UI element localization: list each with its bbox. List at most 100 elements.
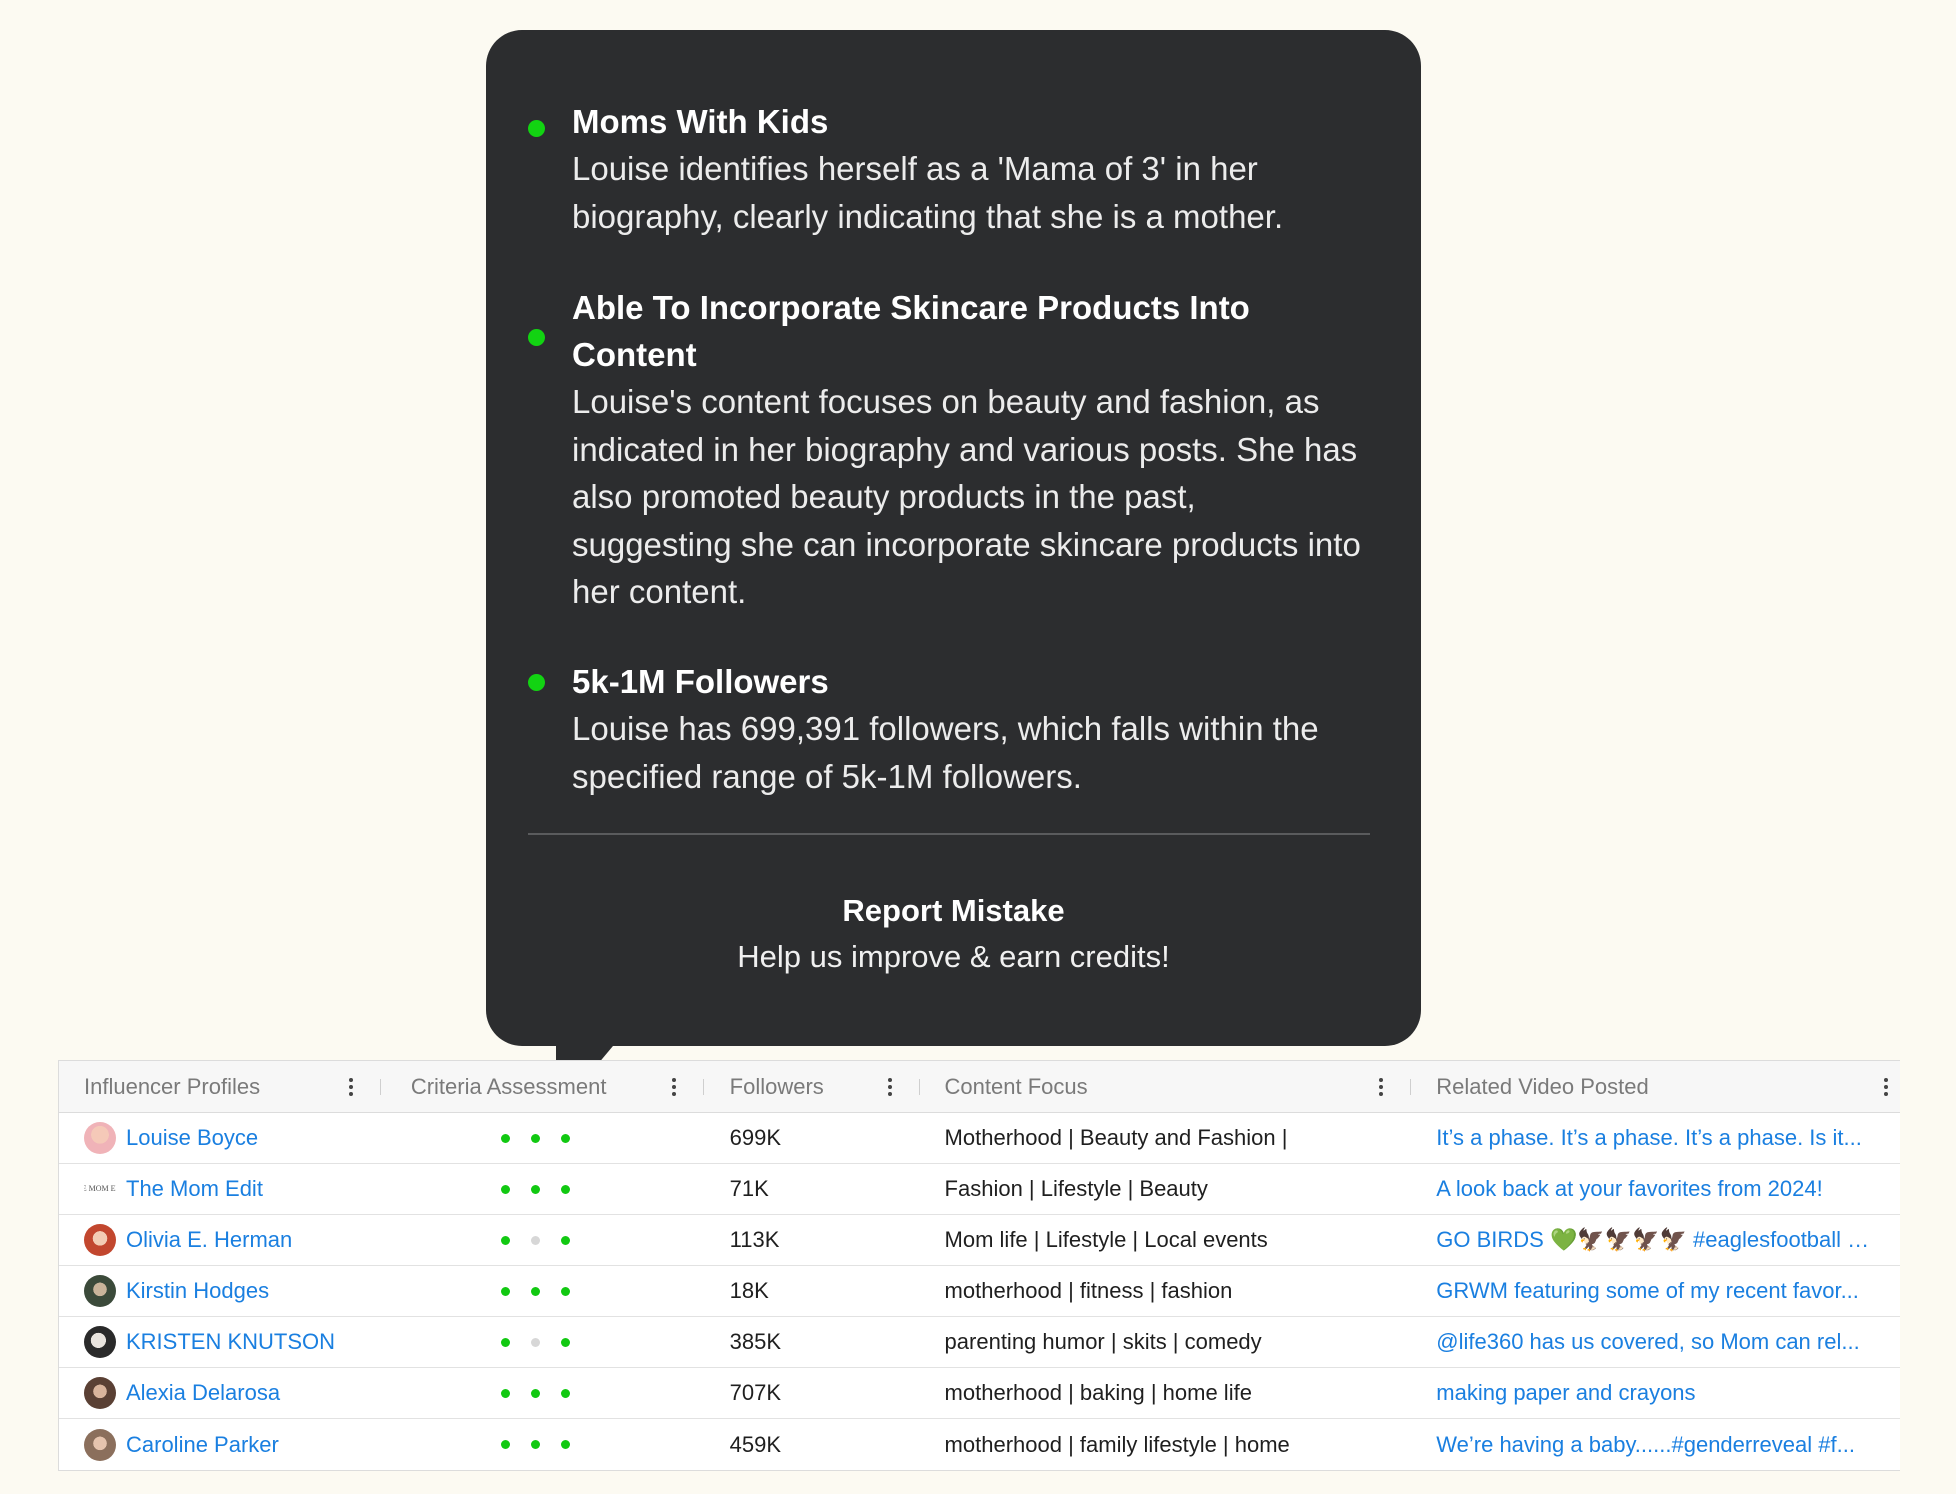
criterion-moms-with-kids: Moms With Kids Louise identifies herself… [528,98,1372,240]
criterion-fail-dot[interactable] [530,1337,540,1347]
content-focus-cell: motherhood | fitness | fashion [944,1278,1233,1303]
criterion-pass-dot[interactable] [560,1388,570,1398]
criterion-pass-dot[interactable] [530,1286,540,1296]
criterion-pass-dot[interactable] [530,1388,540,1398]
profile-link[interactable]: Olivia E. Herman [126,1227,292,1253]
table-row[interactable]: Caroline Parker 459K motherhood | family… [59,1419,1900,1470]
table-row[interactable]: Alexia Delarosa 707K motherhood | baking… [59,1368,1900,1419]
criterion-pass-dot[interactable] [530,1440,540,1449]
criterion-pass-dot[interactable] [560,1133,570,1143]
column-menu-icon[interactable] [348,1077,353,1096]
content-focus-cell: Mom life | Lifestyle | Local events [944,1227,1268,1252]
criterion-pass-dot[interactable] [560,1235,570,1245]
profile-cell: THE MOM EDIT The Mom Edit [59,1164,381,1214]
avatar[interactable] [84,1122,116,1154]
content-focus-cell: Fashion | Lifestyle | Beauty [944,1176,1208,1201]
criterion-fail-dot[interactable] [530,1235,540,1245]
profile-link[interactable]: Alexia Delarosa [126,1380,280,1406]
column-header-criteria[interactable]: Criteria Assessment [381,1061,704,1112]
avatar[interactable] [84,1428,116,1461]
criterion-pass-dot[interactable] [500,1388,510,1398]
video-cell: GRWM featuring some of my recent favor..… [1411,1266,1900,1316]
followers-cell: 385K [729,1329,782,1354]
content-focus-cell: motherhood | baking | home life [944,1380,1252,1405]
criteria-tooltip: Moms With Kids Louise identifies herself… [486,30,1421,1046]
avatar[interactable] [84,1224,116,1256]
criterion-pass-dot[interactable] [530,1133,540,1143]
profile-link[interactable]: Caroline Parker [126,1432,279,1458]
criterion-title: 5k-1M Followers [572,663,829,700]
video-cell: @life360 has us covered, so Mom can rel.… [1411,1317,1900,1367]
video-cell: GO BIRDS 💚🦅🦅🦅🦅 #eaglesfootball #fl... [1411,1215,1900,1265]
column-label: Criteria Assessment [410,1073,607,1099]
column-menu-icon[interactable] [1884,1077,1889,1096]
report-mistake-subtitle[interactable]: Help us improve & earn credits! [486,934,1421,980]
criteria-cell[interactable] [381,1266,704,1316]
criterion-pass-dot[interactable] [530,1184,540,1194]
column-header-followers[interactable]: Followers [704,1061,920,1112]
criteria-cell[interactable] [381,1113,704,1163]
column-label: Influencer Profiles [84,1073,261,1099]
column-menu-icon[interactable] [1379,1077,1384,1096]
followers-cell: 113K [729,1227,780,1252]
table-row[interactable]: KRISTEN KNUTSON 385K parenting humor | s… [59,1317,1900,1368]
criteria-cell[interactable] [381,1368,704,1418]
table-row[interactable]: Kirstin Hodges 18K motherhood | fitness … [59,1266,1900,1317]
avatar[interactable] [84,1377,116,1409]
criterion-pass-dot[interactable] [500,1235,510,1245]
column-header-content-focus[interactable]: Content Focus [920,1061,1412,1112]
criterion-pass-dot[interactable] [560,1286,570,1296]
tooltip-divider [528,833,1370,835]
criterion-title: Able To Incorporate Skincare Products In… [572,289,1250,373]
criteria-cell[interactable] [381,1317,704,1367]
profile-link[interactable]: Kirstin Hodges [126,1278,269,1304]
criterion-pass-dot[interactable] [500,1133,510,1143]
video-link[interactable]: It’s a phase. It’s a phase. It’s a phase… [1436,1125,1862,1151]
video-link[interactable]: making paper and crayons [1436,1380,1695,1406]
column-menu-icon[interactable] [671,1077,676,1096]
table-row[interactable]: Louise Boyce 699K Motherhood | Beauty an… [59,1113,1900,1164]
criterion-pass-dot[interactable] [560,1184,570,1194]
video-cell: We’re having a baby......#genderreveal #… [1411,1419,1900,1470]
video-link[interactable]: A look back at your favorites from 2024! [1436,1176,1822,1202]
video-cell: A look back at your favorites from 2024! [1411,1164,1900,1214]
column-header-profiles[interactable]: Influencer Profiles [59,1061,381,1112]
pass-status-icon [528,329,545,346]
report-mistake-button[interactable]: Report Mistake Help us improve & earn cr… [486,888,1421,980]
table-row[interactable]: Olivia E. Herman 113K Mom life | Lifesty… [59,1215,1900,1266]
criterion-pass-dot[interactable] [560,1337,570,1347]
criterion-pass-dot[interactable] [500,1337,510,1347]
followers-cell: 18K [729,1278,769,1303]
column-menu-icon[interactable] [887,1077,892,1096]
video-link[interactable]: We’re having a baby......#genderreveal #… [1436,1432,1855,1458]
criterion-skincare-content: Able To Incorporate Skincare Products In… [528,284,1372,616]
criteria-cell[interactable] [381,1419,704,1470]
profile-link[interactable]: Louise Boyce [126,1125,258,1151]
profile-link[interactable]: The Mom Edit [126,1176,263,1202]
profile-cell: Kirstin Hodges [59,1266,381,1316]
video-link[interactable]: GRWM featuring some of my recent favor..… [1436,1278,1859,1304]
criterion-pass-dot[interactable] [560,1440,570,1449]
avatar[interactable]: THE MOM EDIT [84,1173,116,1205]
criterion-pass-dot[interactable] [500,1440,510,1449]
video-link[interactable]: GO BIRDS 💚🦅🦅🦅🦅 #eaglesfootball #fl... [1436,1227,1876,1253]
column-header-related-video[interactable]: Related Video Posted [1411,1061,1900,1112]
followers-cell: 707K [729,1380,782,1405]
avatar[interactable] [84,1275,116,1307]
avatar[interactable] [84,1326,116,1358]
criterion-pass-dot[interactable] [500,1286,510,1296]
criteria-cell[interactable] [381,1164,704,1214]
video-link[interactable]: @life360 has us covered, so Mom can rel.… [1436,1329,1859,1355]
pass-status-icon [528,674,545,691]
criterion-pass-dot[interactable] [500,1184,510,1194]
profile-cell: KRISTEN KNUTSON [59,1317,381,1367]
profile-link[interactable]: KRISTEN KNUTSON [126,1329,335,1355]
followers-cell: 699K [729,1125,782,1150]
content-focus-cell: parenting humor | skits | comedy [944,1329,1262,1354]
report-mistake-title[interactable]: Report Mistake [486,888,1421,934]
table-row[interactable]: THE MOM EDIT The Mom Edit 71K Fashion | … [59,1164,1900,1215]
criteria-cell[interactable] [381,1215,704,1265]
profile-cell: Alexia Delarosa [59,1368,381,1418]
column-label: Content Focus [944,1073,1088,1099]
criterion-explanation: Louise's content focuses on beauty and f… [572,383,1361,610]
